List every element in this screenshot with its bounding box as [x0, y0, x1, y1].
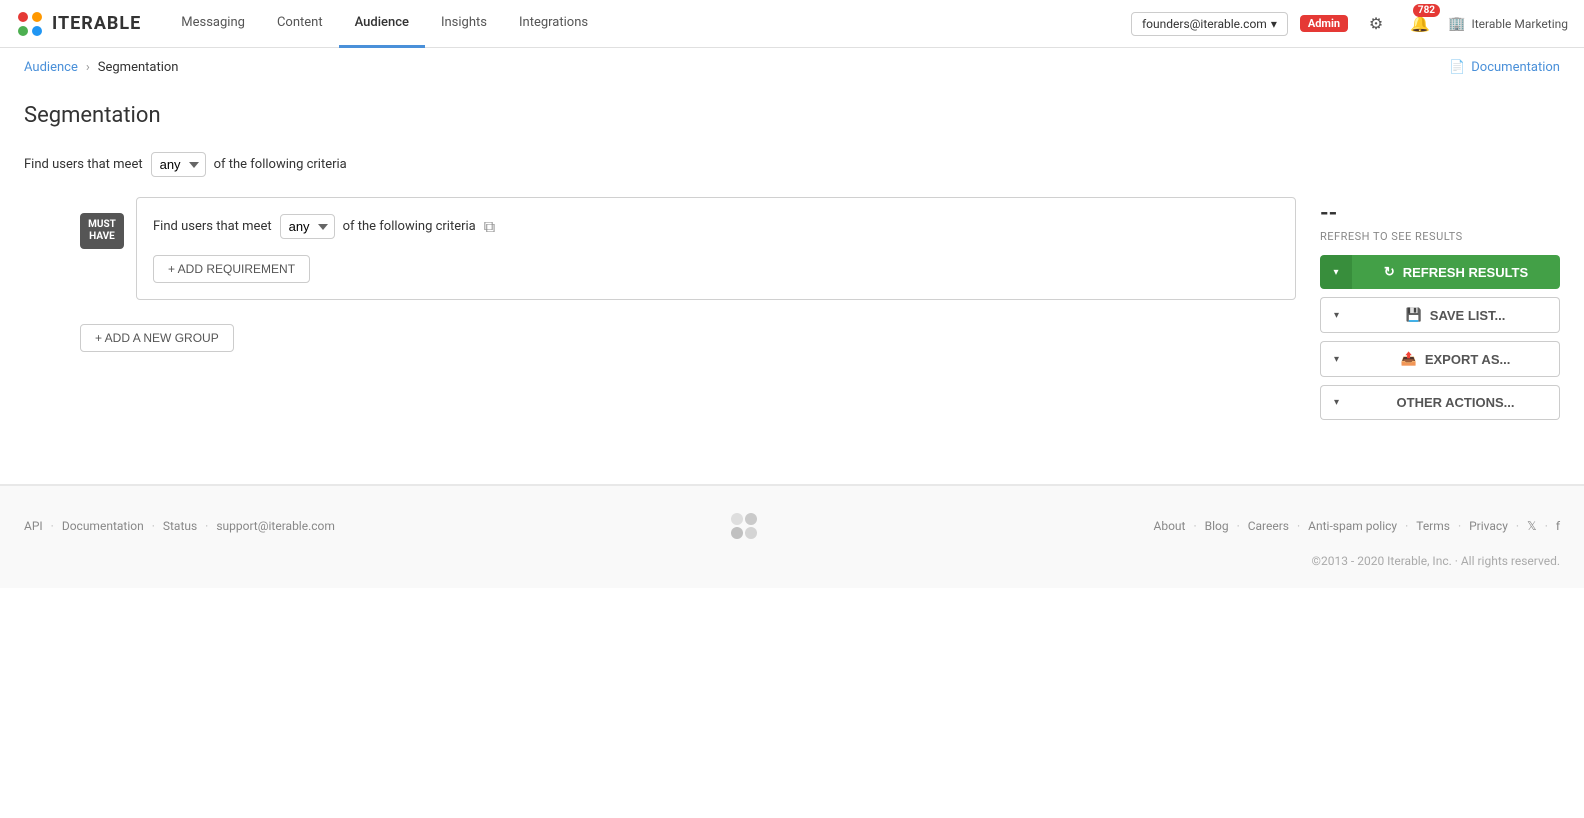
footer-left: API · Documentation · Status · support@i… [24, 519, 335, 533]
footer-status-link[interactable]: Status [163, 519, 197, 533]
breadcrumb-parent[interactable]: Audience [24, 60, 78, 75]
nav-audience[interactable]: Audience [339, 0, 425, 48]
other-actions-btn-group: ▾ OTHER ACTIONS... [1320, 385, 1560, 420]
footer-documentation-link[interactable]: Documentation [62, 519, 144, 533]
notifications-button[interactable]: 🔔 782 [1404, 8, 1436, 40]
add-group-button[interactable]: + ADD A NEW GROUP [80, 324, 234, 352]
group-criteria-select[interactable]: any all [280, 214, 335, 239]
top-criteria-bar: Find users that meet any all of the foll… [24, 152, 1560, 177]
nav-insights[interactable]: Insights [425, 0, 503, 48]
right-panel: -- REFRESH TO SEE RESULTS ▾ ↻ REFRESH RE… [1320, 197, 1560, 428]
copy-icon[interactable]: ⧉ [484, 217, 495, 237]
account-email: founders@iterable.com [1142, 17, 1267, 31]
result-count: -- [1320, 201, 1560, 226]
footer-api-link[interactable]: API [24, 519, 43, 533]
refresh-hint: REFRESH TO SEE RESULTS [1320, 230, 1560, 243]
footer: API · Documentation · Status · support@i… [0, 485, 1584, 588]
org-icon: 🏢 [1448, 16, 1465, 32]
refresh-btn-group: ▾ ↻ REFRESH RESULTS [1320, 255, 1560, 289]
other-actions-dropdown-button[interactable]: ▾ [1320, 385, 1352, 420]
export-icon: 📤 [1401, 351, 1417, 367]
org-name: Iterable Marketing [1471, 17, 1568, 31]
nav-integrations[interactable]: Integrations [503, 0, 604, 48]
footer-antispam-link[interactable]: Anti-spam policy [1308, 519, 1397, 533]
footer-about-link[interactable]: About [1154, 519, 1186, 533]
save-list-dropdown-button[interactable]: ▾ [1320, 297, 1352, 333]
refresh-results-button[interactable]: ↻ REFRESH RESULTS [1352, 255, 1560, 289]
facebook-icon[interactable]: f [1556, 519, 1560, 533]
settings-button[interactable]: ⚙ [1360, 8, 1392, 40]
export-button[interactable]: 📤 EXPORT AS... [1352, 341, 1560, 377]
chevron-down-icon: ▾ [1271, 17, 1277, 31]
save-list-button[interactable]: 💾 SAVE LIST... [1352, 297, 1560, 333]
save-icon: 💾 [1406, 307, 1422, 323]
breadcrumb-separator: › [86, 60, 90, 75]
refresh-dropdown-button[interactable]: ▾ [1320, 255, 1352, 289]
criteria-prefix: Find users that meet [24, 157, 143, 172]
export-btn-group: ▾ 📤 EXPORT AS... [1320, 341, 1560, 377]
footer-careers-link[interactable]: Careers [1248, 519, 1289, 533]
copyright: ©2013 - 2020 Iterable, Inc. · All rights… [24, 554, 1560, 568]
account-selector[interactable]: founders@iterable.com ▾ [1131, 12, 1288, 36]
main-layout: MUST HAVE Find users that meet any all [24, 197, 1560, 428]
group-criteria-row: Find users that meet any all of the foll… [153, 214, 1279, 239]
nav-links: Messaging Content Audience Insights Inte… [165, 0, 1131, 48]
save-list-btn-group: ▾ 💾 SAVE LIST... [1320, 297, 1560, 333]
top-nav: ITERABLE Messaging Content Audience Insi… [0, 0, 1584, 48]
logo-icon [16, 10, 44, 38]
refresh-icon: ↻ [1384, 264, 1395, 280]
segment-wrapper: MUST HAVE Find users that meet any all [80, 197, 1296, 352]
group-block: Find users that meet any all of the foll… [136, 197, 1296, 300]
nav-messaging[interactable]: Messaging [165, 0, 261, 48]
must-have-badge: MUST HAVE [80, 213, 124, 249]
footer-center [724, 506, 764, 546]
export-dropdown-button[interactable]: ▾ [1320, 341, 1352, 377]
nav-right: founders@iterable.com ▾ Admin ⚙ 🔔 782 🏢 … [1131, 8, 1568, 40]
footer-privacy-link[interactable]: Privacy [1469, 519, 1508, 533]
logo-text: ITERABLE [52, 13, 141, 34]
org-selector[interactable]: 🏢 Iterable Marketing [1448, 16, 1568, 32]
footer-blog-link[interactable]: Blog [1205, 519, 1229, 533]
breadcrumb-bar: Audience › Segmentation 📄 Documentation [0, 48, 1584, 87]
page-title: Segmentation [24, 103, 1560, 128]
twitter-icon[interactable]: 𝕏 [1527, 519, 1537, 533]
top-criteria-select[interactable]: any all [151, 152, 206, 177]
footer-terms-link[interactable]: Terms [1416, 519, 1450, 533]
group-criteria-suffix: of the following criteria [343, 219, 476, 234]
logo[interactable]: ITERABLE [16, 10, 141, 38]
page-content: Segmentation Find users that meet any al… [0, 87, 1584, 444]
criteria-suffix: of the following criteria [214, 157, 347, 172]
footer-right: About · Blog · Careers · Anti-spam polic… [1154, 519, 1561, 533]
notification-count: 782 [1413, 4, 1440, 17]
add-requirement-button[interactable]: + ADD REQUIREMENT [153, 255, 310, 283]
book-icon: 📄 [1449, 60, 1465, 75]
footer-logo-icon [724, 506, 764, 546]
group-criteria-prefix: Find users that meet [153, 219, 272, 234]
other-actions-button[interactable]: OTHER ACTIONS... [1352, 385, 1560, 420]
admin-badge: Admin [1300, 15, 1348, 32]
nav-content[interactable]: Content [261, 0, 339, 48]
footer-support-link[interactable]: support@iterable.com [216, 519, 335, 533]
footer-inner: API · Documentation · Status · support@i… [24, 506, 1560, 546]
documentation-link[interactable]: 📄 Documentation [1449, 60, 1560, 75]
segment-area: MUST HAVE Find users that meet any all [24, 197, 1296, 428]
breadcrumb-current: Segmentation [98, 60, 179, 75]
